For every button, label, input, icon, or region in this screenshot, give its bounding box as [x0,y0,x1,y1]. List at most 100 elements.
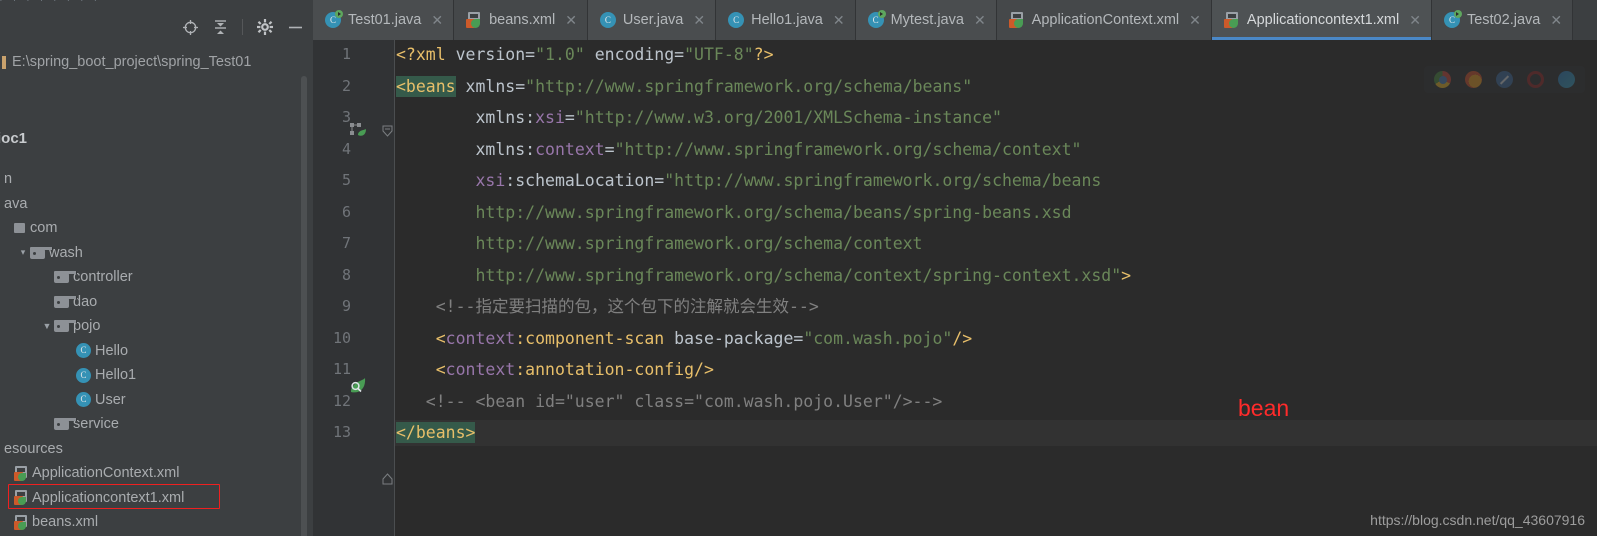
tree-node-applicationcontext-xml[interactable]: ▾ApplicationContext.xml [0,461,180,486]
spring-xml-file-icon [1008,12,1025,28]
chevron-right-icon[interactable]: ▾ [16,247,30,258]
code-token: http://www.springframework.org/schema/co… [396,234,923,253]
tree-node-pojo[interactable]: ▼ pojo [40,314,101,339]
code-token: "http://www.w3.org/2001/XMLSchema-instan… [574,108,1002,127]
fold-start-marker[interactable] [382,124,393,142]
code-line-12[interactable]: <!-- <bean id="user" class="com.wash.poj… [396,391,943,412]
close-icon[interactable]: ✕ [1189,13,1201,27]
code-line-3[interactable]: xmlns:xsi="http://www.w3.org/2001/XMLSch… [396,108,1002,128]
close-icon[interactable]: ✕ [693,13,705,27]
tree-node-label: Hello1 [95,367,137,384]
chrome-icon[interactable] [1434,71,1451,88]
code-token: </beans> [396,422,476,443]
folder-icon [54,295,77,308]
editor-gutter[interactable]: 1 2 3 4 5 6 7 8 9 10 11 12 13 [313,40,395,536]
code-token: context [445,360,516,379]
editor-tab-test01-java[interactable]: C Test01.java ✕ [313,0,455,40]
edge-icon[interactable] [1558,71,1575,88]
project-root-row[interactable]: E:\spring_boot_project\spring_Test01 [0,52,251,72]
minimize-icon[interactable] [285,17,305,37]
tree-node-wash[interactable]: ▾ wash [16,241,83,266]
code-editor[interactable]: 1 2 3 4 5 6 7 8 9 10 11 12 13 <?xml vers… [313,40,1597,536]
code-token: ?> [753,45,774,64]
editor-tab-beans-xml[interactable]: beans.xml ✕ [454,0,588,40]
close-icon[interactable]: ✕ [1409,13,1421,27]
project-root-path: E:\spring_boot_project\spring_Test01 [12,54,252,70]
project-tree-panel[interactable]: E:\spring_boot_project\spring_Test01 -io… [0,42,313,536]
line-number: 9 [341,297,351,315]
code-line-9[interactable]: <!--指定要扫描的包，这个包下的注解就会生效--> [396,297,819,317]
fold-end-marker[interactable] [382,472,393,490]
code-line-11[interactable]: <context:annotation-config/> [396,360,714,380]
code-line-2[interactable]: <beans xmlns="http://www.springframework… [396,75,972,97]
gear-icon[interactable] [255,17,275,37]
tree-node-esources[interactable]: ▾esources [0,437,63,462]
sidebar-scrollbar[interactable] [301,76,307,536]
code-token: = [604,139,615,159]
close-icon[interactable]: ✕ [974,13,986,27]
editor-tab-user-java[interactable]: C User.java ✕ [587,0,717,40]
tree-node-hello1[interactable]: ▾CHello1 [62,363,136,388]
tree-node-hello[interactable]: ▾CHello [62,339,128,364]
code-line-6[interactable]: http://www.springframework.org/schema/be… [396,203,1071,223]
code-token: component-scan [525,328,665,348]
code-line-1[interactable]: <?xml version="1.0" encoding="UTF-8"?> [396,45,774,65]
code-line-4[interactable]: xmlns:context="http://www.springframewor… [396,140,1081,160]
tree-node-dao[interactable]: ▾dao [40,290,97,315]
folder-icon [30,246,53,259]
editor-tab-label: Test02.java [1466,12,1541,28]
code-line-8[interactable]: http://www.springframework.org/schema/co… [396,266,1131,286]
breadcrumb-fragments: ⌐ ⌐ ⌐ ⌐ ⌐ ⌐ ⌐ ⌐ [0,0,103,7]
fold-column[interactable] [381,40,395,536]
tree-node-com[interactable]: ▾com [0,216,57,241]
close-icon[interactable]: ✕ [1550,13,1562,27]
editor-tab-label: User.java [622,12,684,28]
spring-xml-file-icon [466,12,482,28]
firefox-icon[interactable] [1465,71,1482,88]
tree-node-label: n [4,171,13,188]
code-token: /> [694,360,714,379]
editor-tab-bar[interactable]: C Test01.java ✕ beans.xml ✕ C User.java ✕ C Hello… [313,0,1597,40]
code-content[interactable]: <?xml version="1.0" encoding="UTF-8"?> <b… [396,40,1597,536]
tree-node-service[interactable]: ▾service [40,412,119,437]
tree-node-n[interactable]: ▾n [0,167,12,192]
java-file-icon: C [1443,10,1462,28]
editor-tab-hello1-java[interactable]: C Hello1.java ✕ [716,0,856,40]
code-line-7[interactable]: http://www.springframework.org/schema/co… [396,234,923,254]
tree-node-label: beans.xml [32,514,99,531]
folder-icon [54,320,77,333]
close-icon[interactable]: ✕ [431,13,443,27]
spring-bean-gutter-icon[interactable] [349,122,369,145]
tree-node-user[interactable]: ▾CUser [62,388,126,413]
code-line-5[interactable]: xsi:schemaLocation="http://www.springfra… [396,171,1101,191]
collapse-all-icon[interactable] [210,17,230,37]
chevron-down-icon[interactable]: ▼ [40,321,54,331]
code-token: > [1121,265,1132,285]
opera-icon[interactable] [1527,71,1544,88]
close-icon[interactable]: ✕ [565,13,577,27]
spring-scan-gutter-icon[interactable] [349,376,367,399]
editor-tab-applicationcontext-xml[interactable]: ApplicationContext.xml ✕ [996,0,1212,40]
spring-xml-icon [14,490,28,506]
editor-area: C Test01.java ✕ beans.xml ✕ C User.java ✕ C Hello… [313,0,1597,536]
safari-icon[interactable] [1496,71,1513,88]
browser-preview-toolbar[interactable] [1424,66,1585,93]
code-token: <!-- <bean id="user" class="com.wash.poj… [396,391,943,411]
code-line-13[interactable]: </beans> [396,422,476,443]
close-icon[interactable]: ✕ [833,13,845,27]
editor-tab-mytest-java[interactable]: C Mytest.java ✕ [855,0,997,40]
code-token: xsi [535,108,565,127]
module-node[interactable]: -ioc1 [0,130,27,147]
code-token: "http://www.springframework.org/schema/b… [664,171,1102,190]
editor-tab-applicationcontext1-xml[interactable]: Applicationcontext1.xml ✕ [1211,0,1432,40]
spring-xml-file-icon [1223,12,1240,28]
editor-tab-test02-java[interactable]: C Test02.java ✕ [1431,0,1574,40]
tree-node-ava[interactable]: ▾ava [0,192,27,217]
toolbar-divider [242,19,243,35]
tree-node-controller[interactable]: ▾controller [40,265,133,290]
locate-file-icon[interactable] [180,17,200,37]
code-line-10[interactable]: <context:component-scan base-package="co… [396,329,972,349]
editor-tab-label: Mytest.java [890,12,964,28]
tree-node-applicationcontext1-xml[interactable]: ▾Applicationcontext1.xml [0,486,184,511]
tree-node-beans-xml[interactable]: ▾beans.xml [0,510,98,535]
